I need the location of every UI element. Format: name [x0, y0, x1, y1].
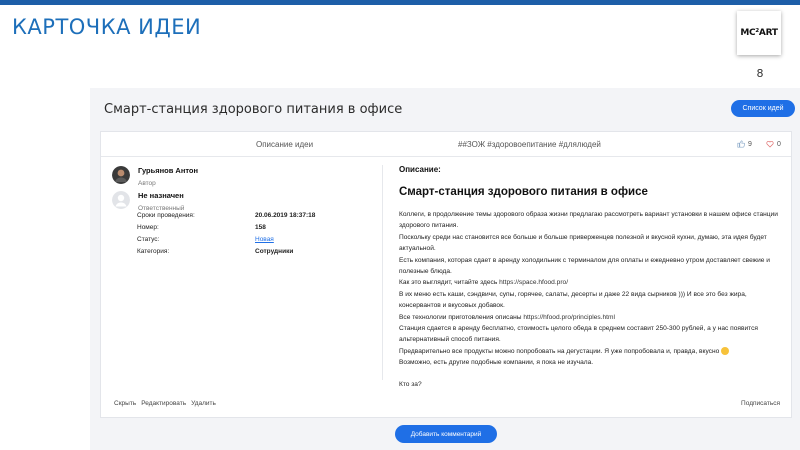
paragraph: В их меню есть каши, сэндвичи, супы, гор… — [399, 290, 747, 310]
principles-link[interactable]: https://hfood.pro/principles.html — [523, 314, 615, 321]
subscribe-button[interactable]: Подписаться — [741, 400, 780, 407]
tasting-text: Предварительно все продукты можно попроб… — [399, 347, 720, 355]
card-header: Описание идеи ##ЗОЖ #здоровоепитание #дл… — [101, 132, 791, 157]
description-panel: Описание: Смарт-станция здорового питани… — [399, 165, 784, 388]
idea-app: Смарт-станция здорового питания в офисе … — [90, 88, 800, 450]
hashtags: ##ЗОЖ #здоровоепитание #длялюдей — [458, 140, 601, 149]
info-value: 20.06.2019 18:37:18 — [255, 211, 316, 219]
like-count: 9 — [748, 140, 752, 148]
info-value: Сотрудники — [255, 247, 294, 255]
look-text: Как это выглядит, читайте здесь — [399, 279, 498, 287]
idea-card: Описание идеи ##ЗОЖ #здоровоепитание #дл… — [100, 131, 792, 418]
hide-button[interactable]: Скрыть — [114, 400, 136, 407]
paragraph: Как это выглядит, читайте здесь https://… — [399, 277, 784, 288]
info-row-status: Статус: Новая — [137, 233, 315, 245]
brand-logo-text: MC²ART — [740, 28, 778, 38]
author-role: Автор — [138, 180, 156, 187]
assignee-name: Не назначен — [138, 191, 184, 200]
dislike-counter[interactable]: 0 — [766, 140, 781, 148]
tech-text: Все технологии приготовления описаны — [399, 313, 522, 321]
column-divider — [382, 165, 383, 380]
info-row-dates: Сроки проведения: 20.06.2019 18:37:18 — [137, 209, 315, 221]
slide-title: КАРТОЧКА ИДЕИ — [12, 15, 202, 39]
like-counter[interactable]: 9 — [737, 140, 752, 148]
brand-logo: MC²ART — [737, 11, 781, 55]
paragraph: Все технологии приготовления описаны htt… — [399, 312, 784, 323]
add-comment-button[interactable]: Добавить комментарий — [395, 425, 497, 443]
info-key: Статус: — [137, 235, 160, 243]
page-number: 8 — [756, 67, 764, 80]
card-actions: Скрыть Редактировать Удалить — [114, 400, 216, 407]
thumbs-up-icon — [737, 140, 745, 148]
info-key: Номер: — [137, 223, 159, 231]
who-question: Кто за? — [399, 380, 422, 388]
info-row-number: Номер: 158 — [137, 221, 315, 233]
idea-description: Коллеги, в продолжение темы здорового об… — [399, 209, 784, 369]
smile-emoji-icon — [721, 347, 730, 356]
author-name[interactable]: Гурьянов Антон — [138, 166, 198, 176]
paragraph: Коллеги, в продолжение темы здорового об… — [399, 211, 778, 230]
avatar-placeholder-icon — [112, 191, 130, 209]
info-row-category: Категория: Сотрудники — [137, 245, 315, 257]
idea-list-button[interactable]: Список идей — [731, 100, 795, 117]
idea-meta-panel: Гурьянов Антон Автор Не назначен Ответст… — [101, 157, 381, 387]
dislike-count: 0 — [777, 140, 781, 148]
author-block: Гурьянов Антон Автор — [112, 166, 198, 189]
avatar[interactable] — [112, 166, 130, 184]
info-key: Сроки проведения: — [137, 211, 195, 219]
description-label: Описание: — [399, 165, 441, 174]
delete-button[interactable]: Удалить — [191, 400, 216, 407]
space-link[interactable]: https://space.hfood.pro/ — [499, 279, 568, 286]
info-key: Категория: — [137, 247, 170, 255]
slide-top-bar — [0, 0, 800, 5]
paragraph: Поскольку среди нас становится все больш… — [399, 233, 767, 253]
tab-description[interactable]: Описание идеи — [256, 140, 313, 149]
paragraph: Есть компания, которая сдает в аренду хо… — [399, 256, 770, 276]
edit-button[interactable]: Редактировать — [141, 400, 186, 407]
paragraph: Станция сдается в аренду бесплатно, стои… — [399, 325, 758, 344]
page-title: Смарт-станция здорового питания в офисе — [104, 102, 403, 117]
paragraph: Предварительно все продукты можно попроб… — [399, 346, 784, 357]
paragraph: Возможно, есть другие подобные компании,… — [399, 359, 594, 367]
idea-info-table: Сроки проведения: 20.06.2019 18:37:18 Ном… — [137, 209, 315, 257]
idea-title: Смарт-станция здорового питания в офисе — [399, 186, 648, 198]
info-value: 158 — [255, 223, 266, 231]
status-link[interactable]: Новая — [255, 236, 274, 243]
heart-icon — [766, 140, 774, 148]
